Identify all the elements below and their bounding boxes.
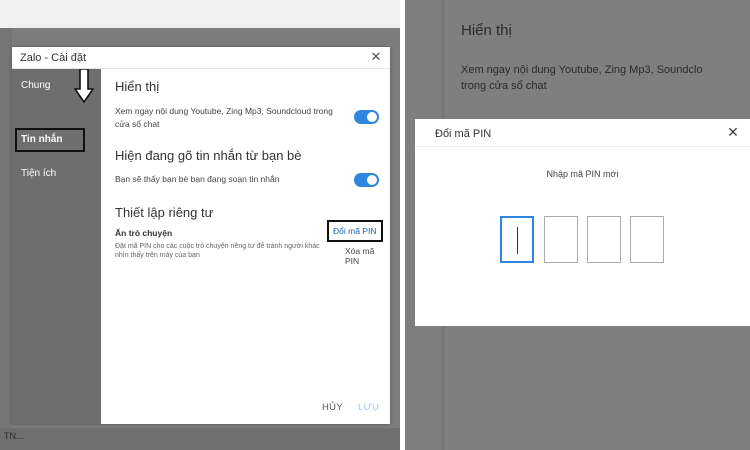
background-footer	[0, 428, 400, 450]
save-button[interactable]: LƯU	[358, 402, 379, 413]
background-description: Xem ngay nội dung Youtube, Zing Mp3, Sou…	[461, 62, 703, 94]
pin-prompt: Nhập mã PIN mới	[546, 169, 619, 179]
sidebar-item-general[interactable]: Chung	[21, 80, 50, 91]
close-icon[interactable]: ✕	[368, 49, 384, 65]
close-icon[interactable]: ✕	[724, 123, 742, 141]
settings-content: Hiển thị Xem ngay nội dung Youtube, Zing…	[101, 69, 390, 424]
sidebar-item-utilities[interactable]: Tiện ích	[21, 168, 56, 179]
hide-chat-label: Ẩn trò chuyện	[115, 228, 173, 238]
delete-pin-link[interactable]: Xóa mã PIN	[345, 246, 390, 266]
dialog-title: Zalo - Cài đặt	[20, 52, 87, 64]
dialog-titlebar: Zalo - Cài đặt ✕	[12, 47, 390, 69]
highlight-box-messages	[15, 128, 85, 152]
screenshot-composite: TN... Zalo - Cài đặt ✕ Chung Tin nhắn Ti…	[0, 0, 750, 450]
cancel-button[interactable]: HỦY	[322, 402, 343, 413]
section-heading-typing: Hiện đang gõ tin nhắn từ bạn bè	[115, 148, 302, 163]
display-description: Xem ngay nội dung Youtube, Zing Mp3, Sou…	[115, 106, 333, 129]
pin-dialog-divider	[415, 146, 750, 147]
section-heading-display: Hiển thị	[115, 79, 160, 94]
background-section-heading: Hiển thị	[461, 22, 512, 39]
pin-digit-input-1[interactable]	[500, 216, 534, 263]
background-app-header	[0, 0, 400, 28]
pin-digit-input-4[interactable]	[630, 216, 664, 263]
right-screenshot: Hiển thị Xem ngay nội dung Youtube, Zing…	[405, 0, 750, 450]
hide-chat-description: Đặt mã PIN cho các cuộc trò chuyện riêng…	[115, 243, 320, 259]
background-text: TN...	[4, 431, 24, 441]
settings-dialog: Zalo - Cài đặt ✕ Chung Tin nhắn Tiện ích…	[12, 47, 390, 424]
pin-digit-input-2[interactable]	[544, 216, 578, 263]
left-screenshot: TN... Zalo - Cài đặt ✕ Chung Tin nhắn Ti…	[0, 0, 400, 450]
highlight-box-change-pin	[327, 220, 383, 242]
typing-description: Bạn sẽ thấy bạn bè bạn đang soạn tin nhắ…	[115, 174, 280, 184]
section-heading-privacy: Thiết lập riêng tư	[115, 205, 214, 220]
background-rail	[0, 28, 12, 428]
toggle-media-preview[interactable]	[354, 110, 379, 124]
change-pin-dialog: Đổi mã PIN ✕ Nhập mã PIN mới	[415, 119, 750, 326]
arrow-down-icon	[74, 69, 94, 103]
toggle-typing-indicator[interactable]	[354, 173, 379, 187]
settings-sidebar: Chung Tin nhắn Tiện ích	[12, 69, 101, 424]
pin-digit-input-3[interactable]	[587, 216, 621, 263]
pin-dialog-title: Đổi mã PIN	[435, 128, 492, 140]
background-description-line-2: trong cửa sổ chat	[461, 80, 547, 92]
text-caret	[517, 227, 518, 254]
background-description-line-1: Xem ngay nội dung Youtube, Zing Mp3, Sou…	[461, 64, 703, 76]
